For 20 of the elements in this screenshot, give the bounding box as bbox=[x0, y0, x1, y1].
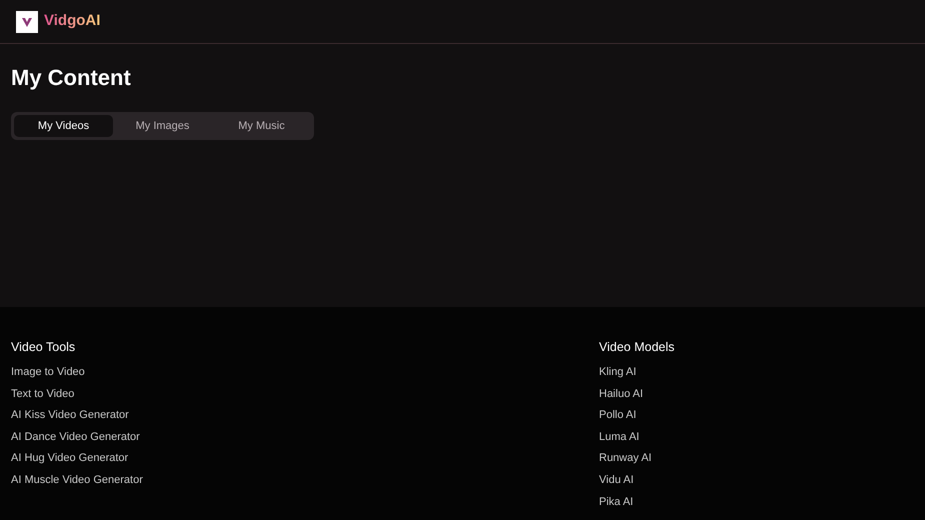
footer-link[interactable]: AI Dance Video Generator bbox=[11, 426, 140, 448]
footer-link[interactable]: Luma AI bbox=[599, 426, 640, 448]
footer-link[interactable]: AI Muscle Video Generator bbox=[11, 470, 143, 492]
footer-heading: Video Models bbox=[599, 340, 676, 355]
footer-link[interactable]: Hailuo AI bbox=[599, 384, 644, 406]
footer-link[interactable]: AI Hug Video Generator bbox=[11, 448, 128, 470]
footer-link[interactable]: Text to Video bbox=[11, 384, 74, 406]
footer-link[interactable]: Pika AI bbox=[599, 492, 634, 514]
footer-link[interactable]: Runway AI bbox=[599, 448, 652, 470]
logo-icon bbox=[16, 10, 38, 32]
footer-link[interactable]: Kling AI bbox=[599, 362, 636, 384]
footer-link[interactable]: AI Kiss Video Generator bbox=[11, 405, 129, 427]
page-title: My Content bbox=[11, 65, 132, 91]
footer-link[interactable]: Vidu AI bbox=[599, 470, 634, 492]
tab[interactable]: My Videos bbox=[14, 115, 113, 137]
tab[interactable]: My Music bbox=[212, 115, 311, 137]
footer-link[interactable]: Image to Video bbox=[11, 362, 85, 384]
footer-link[interactable]: Pollo AI bbox=[599, 405, 636, 427]
tab[interactable]: My Images bbox=[113, 115, 212, 137]
footer-heading: Video Tools bbox=[11, 340, 76, 355]
